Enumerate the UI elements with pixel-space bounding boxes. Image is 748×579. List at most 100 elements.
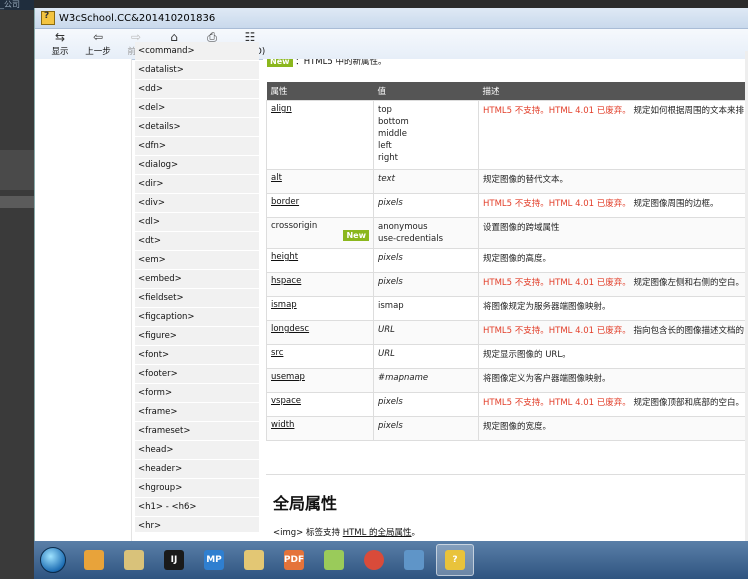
attribute-link[interactable]: hspace [271,276,301,286]
value-cell: pixels [373,272,479,297]
sidebar-tag-link[interactable]: <font> [135,346,259,365]
sidebar-tag-link[interactable]: <datalist> [135,61,259,80]
taskbar-app-chrome[interactable] [356,545,392,575]
sidebar-tag-link[interactable]: <command> [135,42,259,61]
taskbar-app-paint[interactable] [116,545,152,575]
attribute-cell: border [266,193,374,218]
attribute-link[interactable]: height [271,252,298,262]
divider [266,474,748,475]
value-text: use-credentials [378,234,444,244]
deprecated-note: HTML5 不支持。HTML 4.01 已废弃。 [483,199,631,209]
description-cell: HTML5 不支持。HTML 4.01 已废弃。 规定图像顶部和底部的空白。 [478,392,748,417]
sidebar-tag-link[interactable]: <h1> - <h6> [135,498,259,517]
table-row: src URL 规定显示图像的 URL。 [266,344,748,369]
sidebar-tag-link[interactable]: <fieldset> [135,289,259,308]
title-bar[interactable]: W3cSchool.CC&201410201836 [35,8,748,29]
description-cell: HTML5 不支持。HTML 4.01 已废弃。 规定图像周围的边框。 [478,193,748,218]
description-cell: HTML5 不支持。HTML 4.01 已废弃。 规定如何根据周围的文本来排 [478,100,748,170]
taskbar-app-colors[interactable] [76,545,112,575]
sidebar-tag-link[interactable]: <hr> [135,517,259,532]
attribute-link[interactable]: ismap [271,300,297,310]
value-cell: pixels [373,416,479,441]
new-attribute-note: New ：HTML5 中的新属性。 [267,59,386,67]
description-text: 规定图像的高度。 [483,254,552,264]
value-cell: anonymous use-credentials [373,217,479,249]
sidebar-tag-link[interactable]: <del> [135,99,259,118]
back-arrow-icon: ⇦ [92,30,104,44]
sidebar-tag-link[interactable]: <figure> [135,327,259,346]
attribute-link[interactable]: align [271,104,292,114]
value-text: pixels [378,397,403,407]
table-row: alt text 规定图像的替代文本。 [266,169,748,194]
description-text: 规定显示图像的 URL。 [483,350,571,360]
help-icon: ? [445,550,465,570]
taskbar-app-pdf[interactable]: PDF [276,545,312,575]
description-cell: 将图像定义为客户器端图像映射。 [478,368,748,393]
taskbar: IJ MP PDF? [34,541,748,579]
sidebar-tag-link[interactable]: <embed> [135,270,259,289]
sidebar-tag-link[interactable]: <dl> [135,213,259,232]
sidebar-tag-link[interactable]: <frameset> [135,422,259,441]
new-note-text: ：HTML5 中的新属性。 [295,59,387,67]
value-cell: #mapname [373,368,479,393]
taskbar-app-help[interactable]: ? [436,544,474,576]
attribute-cell: align [266,100,374,170]
taskbar-app-explorer[interactable] [236,545,272,575]
attribute-name: crossorigin [271,221,318,231]
sidebar-tag-link[interactable]: <dt> [135,232,259,251]
sidebar-tag-link[interactable]: <hgroup> [135,479,259,498]
value-text: anonymous [378,222,428,232]
description-text: 规定图像左侧和右侧的空白。 [633,278,744,288]
sidebar-tag-link[interactable]: <dfn> [135,137,259,156]
table-header-row: 属性 值 描述 [266,82,748,101]
attribute-link[interactable]: vspace [271,396,301,406]
attribute-link[interactable]: src [271,348,283,358]
attribute-link[interactable]: alt [271,173,282,183]
taskbar-app-intellij[interactable]: IJ [156,545,192,575]
description-cell: 设置图像的跨域属性 [478,217,748,249]
sidebar-tag-link[interactable]: <figcaption> [135,308,259,327]
deprecated-note: HTML5 不支持。HTML 4.01 已废弃。 [483,106,631,116]
taskbar-app-notepad[interactable] [316,545,352,575]
sidebar-tag-link[interactable]: <div> [135,194,259,213]
value-cell: pixels [373,248,479,273]
taskbar-app-mp[interactable]: MP [196,545,232,575]
sidebar-tag-link[interactable]: <dir> [135,175,259,194]
sidebar-tag-link[interactable]: <footer> [135,365,259,384]
deprecated-note: HTML5 不支持。HTML 4.01 已废弃。 [483,278,631,288]
intellij-icon: IJ [164,550,184,570]
taskbar-app-photos[interactable] [396,545,432,575]
paint-icon [124,550,144,570]
value-cell: URL [373,344,479,369]
global-attributes-link[interactable]: HTML 的全局属性 [343,528,412,538]
value-cell: URL [373,320,479,345]
sidebar-tag-link[interactable]: <header> [135,460,259,479]
sidebar-tag-link[interactable]: <frame> [135,403,259,422]
sidebar-tag-link[interactable]: <details> [135,118,259,137]
attribute-cell: alt [266,169,374,194]
value-text: pixels [378,198,403,208]
sidebar-tag-link[interactable]: <em> [135,251,259,270]
global-desc-text: <img> 标签支持 [273,528,343,538]
description-text: 规定图像顶部和底部的空白。 [633,398,744,408]
global-attributes-description: <img> 标签支持 HTML 的全局属性。 [273,526,420,538]
sidebar-tag-link[interactable]: <head> [135,441,259,460]
table-row: hspace pixels HTML5 不支持。HTML 4.01 已废弃。 规定图… [266,272,748,297]
start-button[interactable] [34,541,72,579]
notepad-icon [324,550,344,570]
toolbar-button-0[interactable]: ⇆ 显示 [41,30,79,59]
app-help-icon [41,11,55,25]
attribute-link[interactable]: border [271,197,299,207]
attribute-link[interactable]: longdesc [271,324,309,334]
sidebar-tag-link[interactable]: <dd> [135,80,259,99]
toolbar-button-1[interactable]: ⇦ 上一步 [79,30,117,59]
description-cell: HTML5 不支持。HTML 4.01 已废弃。 规定图像左侧和右侧的空白。 [478,272,748,297]
value-text: top [378,105,392,115]
attribute-link[interactable]: usemap [271,372,305,382]
attribute-link[interactable]: width [271,420,294,430]
deprecated-note: HTML5 不支持。HTML 4.01 已废弃。 [483,326,631,336]
main-content: New ：HTML5 中的新属性。 属性 值 描述 align top bottom… [263,59,748,541]
sidebar-tag-link[interactable]: <form> [135,384,259,403]
photos-icon [404,550,424,570]
sidebar-tag-link[interactable]: <dialog> [135,156,259,175]
